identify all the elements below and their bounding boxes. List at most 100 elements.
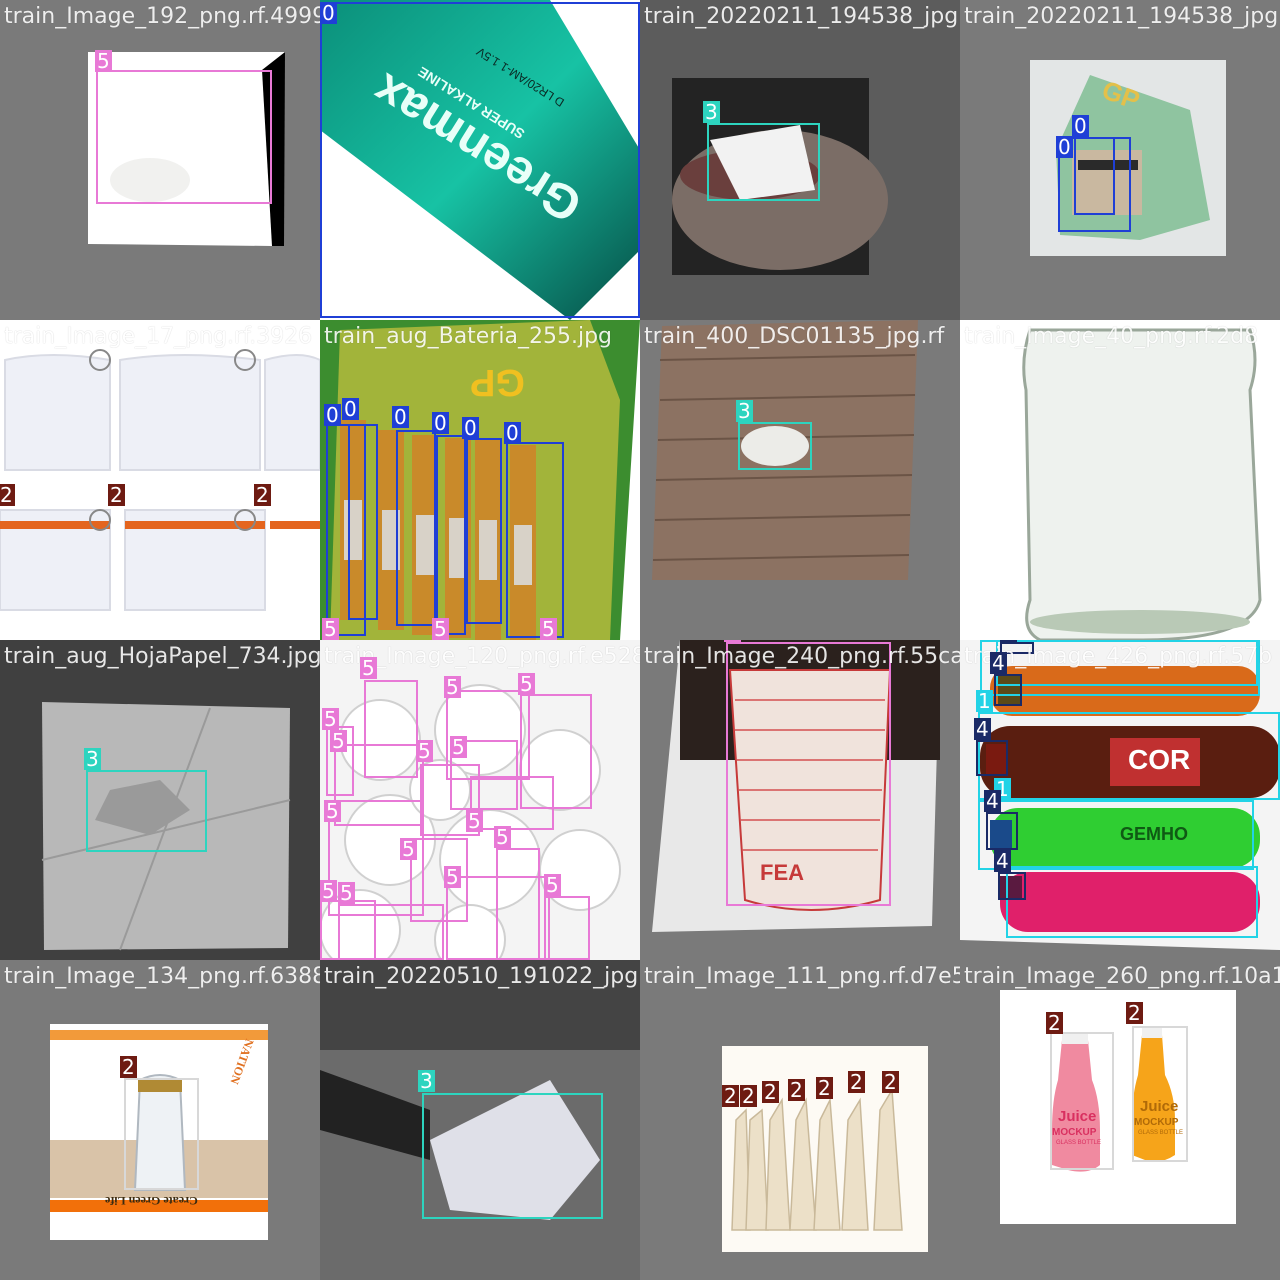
bbox-label: 5: [450, 735, 467, 759]
bbox-label: 4: [974, 717, 991, 741]
bbox-label: 2: [740, 1084, 757, 1108]
tile-caption: train_20220211_194538_jpg.rf.cb0bd01b98d…: [644, 4, 960, 29]
tile-15: train_Image_111_png.rf.d7e5e0ffbdea261 2…: [640, 960, 960, 1280]
bbox-label: 5: [330, 729, 347, 753]
bbox: [1050, 1032, 1114, 1170]
bbox-label: 5: [540, 617, 557, 640]
tile-image: [652, 320, 918, 580]
bbox-label: 4: [990, 651, 1007, 675]
bbox-label: 0: [342, 397, 359, 421]
tile-caption: train_aug_Bateria_255.jpg: [324, 324, 612, 349]
bbox-label: 0: [504, 421, 521, 445]
bbox: [738, 422, 812, 470]
bbox: [436, 435, 466, 635]
bbox-label: 1: [976, 689, 993, 713]
bbox-label: 2: [254, 483, 271, 507]
tile-caption: train_Image_40_png.rf.2d8: [964, 324, 1259, 349]
tile-caption: train_Image_17_png.rf.3926: [4, 324, 313, 349]
bbox-label: 2: [762, 1080, 779, 1104]
bbox-label: 5: [544, 873, 561, 897]
bbox-label: 0: [432, 411, 449, 435]
bbox-label: 5: [324, 799, 341, 823]
tile-2: Greenmax SUPER ALKALINE D LR20/AM-1 1.5V…: [320, 0, 640, 320]
bbox-label: 0: [1056, 135, 1073, 159]
bbox: [978, 800, 1254, 870]
tile-6: GP train_aug_Bateria_255.jpg 0 0 0 0 0 0…: [320, 320, 640, 640]
bbox: [998, 872, 1026, 900]
bbox-label: 0: [320, 1, 337, 25]
bbox-label: 4: [984, 789, 1001, 813]
bbox: [986, 812, 1018, 850]
tile-caption: train_Image_111_png.rf.d7e5e0ffbdea261: [644, 964, 960, 989]
bbox-label: 0: [324, 403, 341, 427]
bbox-label: 0: [462, 416, 479, 440]
bbox: [978, 712, 1280, 800]
tile-13: Create Green Life NATION train_Image_134…: [0, 960, 320, 1280]
tile-image: [1022, 328, 1262, 640]
tile-3: train_20220211_194538_jpg.rf.cb0bd01b98d…: [640, 0, 960, 320]
bbox-label: 5: [95, 49, 112, 73]
bbox: [1132, 1026, 1188, 1162]
bbox-label: 5: [724, 640, 741, 642]
bbox-label: 5: [400, 837, 417, 861]
bbox: [396, 430, 436, 626]
bbox-label: 2: [788, 1078, 805, 1102]
bbox-label: 5: [338, 881, 355, 905]
bbox-label: 2: [722, 1084, 739, 1108]
mosaic-grid: train_Image_192_png.rf.4999534ead9d14faa…: [0, 0, 1280, 1280]
bbox-label: 2: [1126, 1001, 1143, 1025]
bbox-label: 2: [0, 483, 15, 507]
bbox-label: 5: [360, 656, 377, 680]
bbox-label: 5: [322, 707, 339, 731]
tile-caption: train_Image_260_png.rf.10a1: [964, 964, 1280, 989]
tile-5: train_Image_17_png.rf.3926 2 2 2 2 2 2: [0, 320, 320, 640]
tile-10: train_Image_120_png.rf.e528 5 5 5 5 5 5 …: [320, 640, 640, 960]
bbox: [124, 1078, 199, 1190]
bbox: [994, 674, 1022, 706]
bbox: [544, 896, 590, 960]
bbox-label: 5: [322, 617, 339, 640]
bbox-label: 2: [1046, 1011, 1063, 1035]
bbox-label: 5: [444, 675, 461, 699]
tile-1: train_Image_192_png.rf.4999534ead9d14faa…: [0, 0, 320, 320]
tile-7: train_400_DSC01135_jpg.rf 3: [640, 320, 960, 640]
bbox-label: 0: [392, 405, 409, 429]
bbox-label: 5: [320, 879, 337, 903]
package-brand-text: GP: [470, 361, 525, 403]
tile-caption: train_aug_HojaPapel_734.jpg: [4, 644, 320, 669]
bbox: [506, 442, 564, 638]
tile-caption: train_400_DSC01135_jpg.rf: [644, 324, 945, 349]
tile-image: [722, 1046, 928, 1252]
tile-caption: train_Image_192_png.rf.4999534ead9d14faa…: [4, 4, 320, 29]
bbox: [422, 1093, 603, 1219]
card-text: Create Green Life: [105, 1194, 198, 1208]
tile-9: train_aug_HojaPapel_734.jpg 3: [0, 640, 320, 960]
bbox-label: 2: [816, 1076, 833, 1100]
bbox-label: 2: [108, 483, 125, 507]
tile-caption: train_Image_134_png.rf.6388455b: [4, 964, 320, 989]
bbox-label: 5: [416, 739, 433, 763]
tile-caption: train_Image_240_png.rf.55ca: [644, 644, 960, 669]
bbox-label: 0: [1072, 114, 1089, 138]
bbox-label: 5: [518, 672, 535, 696]
bbox-label: 5: [432, 617, 449, 640]
bbox: [96, 70, 272, 204]
tile-12: COR GEMHO train_Image_426_png.rf.57b 4 4…: [960, 640, 1280, 960]
bbox-label: 5: [494, 825, 511, 849]
bbox-label: 3: [736, 399, 753, 423]
bbox: [320, 2, 640, 318]
bbox-label: 4: [994, 849, 1011, 873]
bbox: [338, 904, 444, 960]
tile-11: FEA train_Image_240_png.rf.55ca 5: [640, 640, 960, 960]
bbox: [86, 770, 207, 852]
tile-14: train_20220510_191022_jpg.rf.10753a73 3: [320, 960, 640, 1280]
bbox-label: 3: [84, 747, 101, 771]
bbox-label: 4: [1000, 640, 1017, 644]
tile-image: [1000, 990, 1236, 1224]
bbox: [348, 424, 378, 620]
tile-4: GP train_20220211_194538_jpg.rf.cb0bd01b…: [960, 0, 1280, 320]
bbox-label: 3: [418, 1069, 435, 1093]
bbox: [976, 740, 1008, 776]
bbox: [1006, 866, 1258, 938]
bbox-label: 2: [848, 1070, 865, 1094]
